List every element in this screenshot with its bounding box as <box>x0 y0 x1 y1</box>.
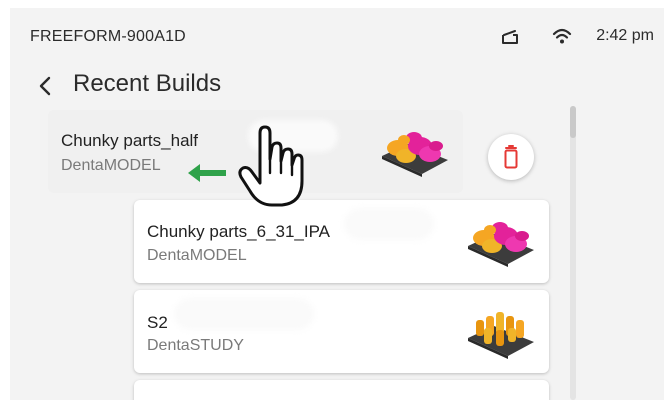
device-screen: FREEFORM-900A1D 2:42 pm Recent Builds Ch… <box>10 8 664 400</box>
arrow-left-icon <box>188 164 226 182</box>
build-type: DentaSTUDY <box>147 337 244 354</box>
scrollbar-track[interactable] <box>570 106 576 400</box>
page-title: Recent Builds <box>73 70 222 97</box>
chevron-left-icon[interactable] <box>32 72 60 100</box>
list-item[interactable] <box>134 380 549 400</box>
status-bar: FREEFORM-900A1D 2:42 pm <box>10 8 664 64</box>
list-item[interactable]: S2 DentaSTUDY <box>134 290 549 373</box>
build-name: S2 <box>147 313 168 332</box>
title-bar: Recent Builds <box>10 66 664 106</box>
redacted-area <box>344 208 434 240</box>
hand-pointer-icon <box>238 125 304 207</box>
wifi-icon <box>552 28 572 44</box>
build-type: DentaMODEL <box>61 157 161 174</box>
scrollbar-thumb[interactable] <box>570 106 576 138</box>
trash-icon <box>504 145 518 169</box>
build-name: Chunky parts_6_31_IPA <box>147 222 331 241</box>
list-item[interactable]: Chunky parts_6_31_IPA DentaMODEL <box>134 200 549 283</box>
tray-icon <box>502 30 518 44</box>
status-time: 2:42 pm <box>596 27 654 44</box>
denta-model-thumbnail <box>468 222 534 267</box>
build-type: DentaMODEL <box>147 247 247 264</box>
redacted-area <box>174 298 314 330</box>
build-name: Chunky parts_half <box>61 131 199 150</box>
denta-model-thumbnail <box>382 132 448 177</box>
denta-study-thumbnail <box>468 312 534 359</box>
device-name: FREEFORM-900A1D <box>30 28 186 45</box>
delete-button[interactable] <box>488 134 534 180</box>
